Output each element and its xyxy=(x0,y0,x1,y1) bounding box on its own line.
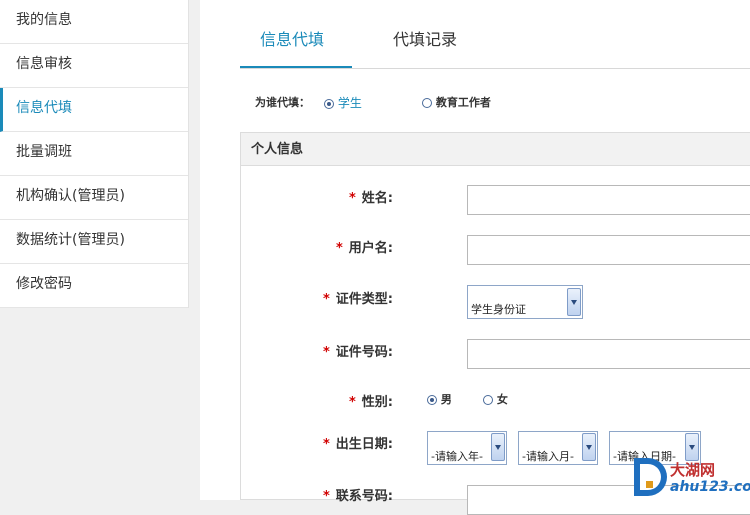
active-tab-indicator xyxy=(240,66,352,68)
required-star: * xyxy=(348,191,356,206)
name-label-text: 姓名: xyxy=(361,191,393,206)
required-star: * xyxy=(322,489,330,504)
watermark-logo: 大湖网 ahu123.com xyxy=(630,455,750,500)
radio-educator-label: 教育工作者 xyxy=(435,96,491,109)
birth-year-select[interactable]: -请输入年- xyxy=(427,431,507,465)
required-star: * xyxy=(322,345,330,360)
section-title: 个人信息 xyxy=(241,133,750,166)
gender-label: * 性别: xyxy=(233,391,393,410)
birth-label-text: 出生日期: xyxy=(335,437,393,452)
birth-month-value: -请输入月- xyxy=(522,450,574,463)
sidebar-item-label: 信息代填 xyxy=(16,100,72,116)
gender-option-female[interactable]: 女 xyxy=(483,391,508,407)
sidebar-item-batch-class[interactable]: 批量调班 xyxy=(0,132,188,176)
radio-male[interactable] xyxy=(427,395,437,405)
username-input[interactable] xyxy=(467,235,750,265)
id-type-value: 学生身份证 xyxy=(471,303,526,316)
tab-bar: 信息代填 代填记录 xyxy=(240,0,750,69)
chevron-down-icon[interactable] xyxy=(567,288,581,316)
sidebar-item-label: 我的信息 xyxy=(16,12,72,28)
sidebar-item-label: 数据统计(管理员) xyxy=(16,232,125,248)
radio-educator[interactable] xyxy=(422,98,432,108)
sidebar-item-label: 修改密码 xyxy=(16,276,72,292)
id-type-label-text: 证件类型: xyxy=(335,292,393,307)
sidebar-item-label: 批量调班 xyxy=(16,144,72,160)
who-fill-label: 为谁代填： xyxy=(255,96,310,109)
required-star: * xyxy=(335,241,343,256)
personal-info-section: 个人信息 * 姓名: * 用户名: * 证件类型: 学生身份证 * 证件号码: * 性别:… xyxy=(240,132,750,515)
sidebar: 我的信息 信息审核 信息代填 批量调班 机构确认(管理员) 数据统计(管理员) … xyxy=(0,0,189,308)
sidebar-item-data-stats[interactable]: 数据统计(管理员) xyxy=(0,220,188,264)
main-panel: 信息代填 代填记录 为谁代填： 学生 教育工作者 个人信息 * 姓名: * 用户名:… xyxy=(200,0,750,515)
required-star: * xyxy=(348,395,356,410)
radio-female[interactable] xyxy=(483,395,493,405)
phone-label: * 联系号码: xyxy=(233,485,393,504)
birth-month-select[interactable]: -请输入月- xyxy=(518,431,598,465)
name-label: * 姓名: xyxy=(233,187,393,206)
sidebar-item-info-fill[interactable]: 信息代填 xyxy=(0,88,188,132)
username-label: * 用户名: xyxy=(233,237,393,256)
sidebar-item-label: 机构确认(管理员) xyxy=(16,188,125,204)
sidebar-item-my-info[interactable]: 我的信息 xyxy=(0,0,188,44)
id-number-input[interactable] xyxy=(467,339,750,369)
gender-label-text: 性别: xyxy=(361,395,393,410)
sidebar-item-org-confirm[interactable]: 机构确认(管理员) xyxy=(0,176,188,220)
name-input[interactable] xyxy=(467,185,750,215)
watermark-url: ahu123.com xyxy=(670,479,750,495)
watermark-brand: 大湖网 xyxy=(670,461,716,479)
radio-student[interactable] xyxy=(324,99,334,109)
chevron-down-icon[interactable] xyxy=(491,433,505,461)
id-type-select[interactable]: 学生身份证 xyxy=(467,285,583,319)
tab-info-fill[interactable]: 信息代填 xyxy=(260,26,324,50)
sidebar-item-change-password[interactable]: 修改密码 xyxy=(0,264,188,308)
gender-option-male[interactable]: 男 xyxy=(427,391,452,407)
required-star: * xyxy=(322,437,330,452)
chevron-down-icon[interactable] xyxy=(582,433,596,461)
radio-option-educator[interactable]: 教育工作者 xyxy=(422,94,491,110)
birth-year-value: -请输入年- xyxy=(431,450,483,463)
phone-label-text: 联系号码: xyxy=(335,489,393,504)
required-star: * xyxy=(322,292,330,307)
radio-option-student[interactable]: 学生 xyxy=(324,94,362,111)
username-label-text: 用户名: xyxy=(348,241,393,256)
gender-male-label: 男 xyxy=(440,393,452,406)
birth-label: * 出生日期: xyxy=(233,433,393,452)
gender-female-label: 女 xyxy=(496,393,508,406)
tab-fill-records[interactable]: 代填记录 xyxy=(393,26,457,50)
id-number-label: * 证件号码: xyxy=(233,341,393,360)
radio-student-label: 学生 xyxy=(337,96,362,110)
sidebar-item-label: 信息审核 xyxy=(16,56,72,72)
id-number-label-text: 证件号码: xyxy=(335,345,393,360)
id-type-label: * 证件类型: xyxy=(233,288,393,307)
sidebar-item-info-review[interactable]: 信息审核 xyxy=(0,44,188,88)
